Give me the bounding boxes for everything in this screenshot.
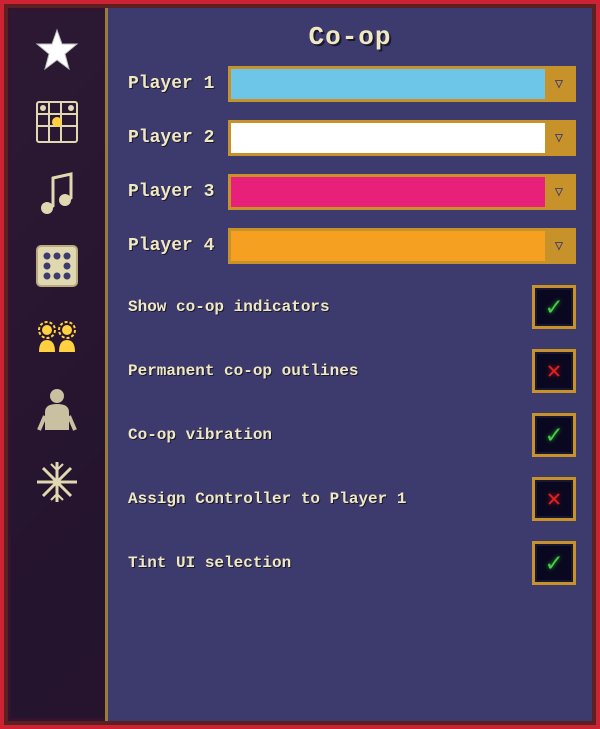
player-2-dropdown[interactable]: [228, 120, 576, 156]
outer-border: Co-op Player 1 Player 2: [0, 0, 600, 729]
sidebar-item-multiplayer[interactable]: [25, 306, 89, 370]
toggle-tint-ui: Tint UI selection: [128, 538, 576, 588]
player-2-arrow: [545, 123, 573, 153]
player-4-dropdown[interactable]: [228, 228, 576, 264]
player-1-color: [231, 69, 545, 99]
scroll-area[interactable]: Player 1 Player 2 Player 3: [108, 62, 592, 721]
title-bar: Co-op: [108, 8, 592, 62]
player-3-arrow: [545, 177, 573, 207]
player-4-color: [231, 231, 545, 261]
sidebar-item-music[interactable]: [25, 162, 89, 226]
main-container: Co-op Player 1 Player 2: [8, 8, 592, 721]
page-title: Co-op: [118, 22, 582, 52]
player-4-label: Player 4: [128, 236, 228, 256]
toggle-permanent-outlines-label: Permanent co-op outlines: [128, 361, 532, 382]
sidebar-item-dice[interactable]: [25, 234, 89, 298]
toggle-show-coop-checkbox[interactable]: [532, 285, 576, 329]
sidebar-item-star[interactable]: [25, 18, 89, 82]
player-3-dropdown[interactable]: [228, 174, 576, 210]
toggle-assign-controller: Assign Controller to Player 1: [128, 474, 576, 524]
player-3-row: Player 3: [128, 174, 576, 210]
toggle-vibration-checkbox[interactable]: [532, 413, 576, 457]
player-1-row: Player 1: [128, 66, 576, 102]
toggle-show-coop-indicators: Show co-op indicators: [128, 282, 576, 332]
player-3-color: [231, 177, 545, 207]
player-3-label: Player 3: [128, 182, 228, 202]
sidebar: [8, 8, 108, 721]
toggle-assign-controller-checkbox[interactable]: [532, 477, 576, 521]
sidebar-item-snowflake[interactable]: [25, 450, 89, 514]
toggle-permanent-outlines: Permanent co-op outlines: [128, 346, 576, 396]
player-2-color: [231, 123, 545, 153]
player-2-label: Player 2: [128, 128, 228, 148]
player-1-label: Player 1: [128, 74, 228, 94]
player-1-arrow: [545, 69, 573, 99]
sidebar-item-grid-fx[interactable]: [25, 90, 89, 154]
toggle-tint-ui-checkbox[interactable]: [532, 541, 576, 585]
player-1-dropdown[interactable]: [228, 66, 576, 102]
toggle-vibration: Co-op vibration: [128, 410, 576, 460]
toggle-vibration-label: Co-op vibration: [128, 425, 532, 446]
toggle-show-coop-label: Show co-op indicators: [128, 297, 532, 318]
sidebar-item-character[interactable]: [25, 378, 89, 442]
toggle-permanent-outlines-checkbox[interactable]: [532, 349, 576, 393]
player-2-row: Player 2: [128, 120, 576, 156]
player-4-arrow: [545, 231, 573, 261]
toggle-assign-controller-label: Assign Controller to Player 1: [128, 489, 532, 510]
content-area: Co-op Player 1 Player 2: [108, 8, 592, 721]
toggle-tint-ui-label: Tint UI selection: [128, 553, 532, 574]
player-4-row: Player 4: [128, 228, 576, 264]
